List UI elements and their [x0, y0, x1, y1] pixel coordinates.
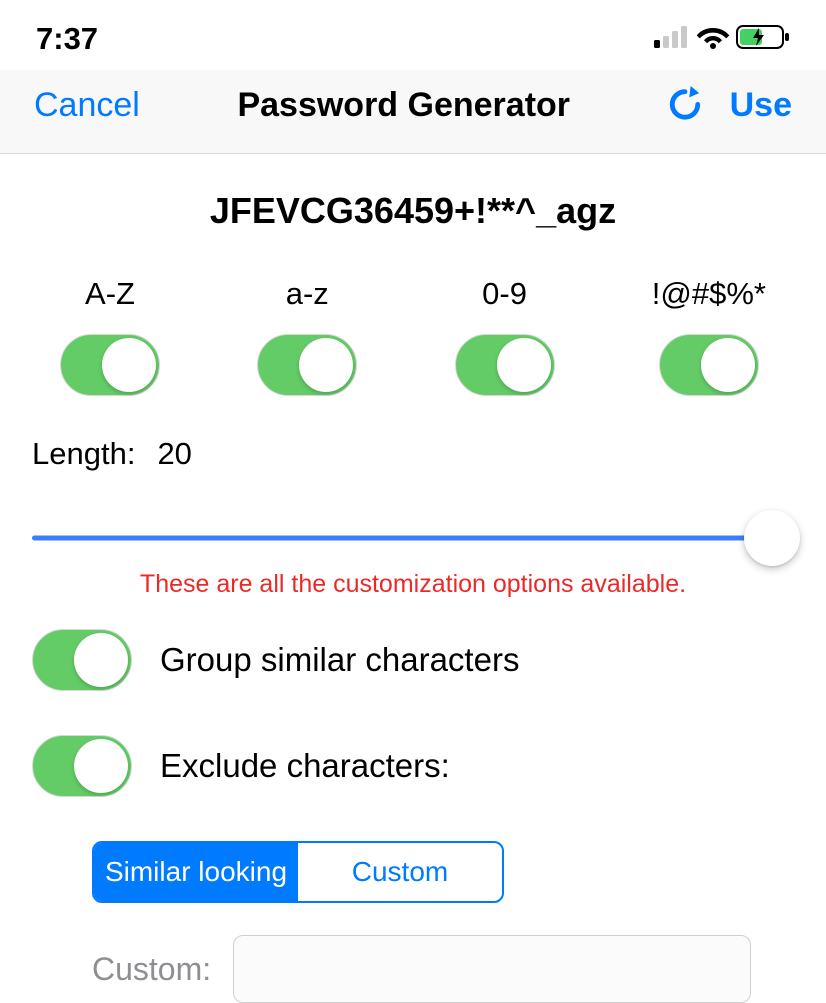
refresh-button[interactable] [668, 84, 702, 127]
signal-icon [654, 26, 690, 53]
length-value: 20 [157, 436, 191, 472]
annotation-text: These are all the customization options … [32, 570, 794, 599]
battery-icon [736, 25, 790, 54]
charset-upper-toggle[interactable] [60, 334, 160, 396]
status-icons [654, 25, 790, 54]
use-button[interactable]: Use [730, 86, 792, 125]
charset-lower-toggle[interactable] [257, 334, 357, 396]
slider-knob[interactable] [744, 510, 800, 566]
charset-upper: A-Z [60, 276, 160, 396]
charset-digits: 0-9 [455, 276, 555, 396]
nav-bar: Cancel Password Generator Use [0, 70, 826, 154]
length-label: Length: [32, 436, 135, 472]
cancel-button[interactable]: Cancel [34, 86, 140, 125]
wifi-icon [696, 25, 730, 54]
custom-input-label: Custom: [92, 951, 211, 988]
exclude-characters-label: Exclude characters: [160, 747, 450, 785]
charset-symbols: !@#$%* [652, 276, 766, 396]
exclude-mode-segmented[interactable]: Similar looking Custom [92, 841, 504, 903]
status-bar: 7:37 [0, 0, 826, 70]
charset-symbols-label: !@#$%* [652, 276, 766, 312]
charset-upper-label: A-Z [85, 276, 135, 312]
segment-similar-looking[interactable]: Similar looking [94, 843, 298, 901]
charset-lower: a-z [257, 276, 357, 396]
custom-exclude-input[interactable] [233, 935, 751, 1003]
group-similar-toggle[interactable] [32, 629, 132, 691]
page-title: Password Generator [237, 86, 570, 125]
charset-symbols-toggle[interactable] [659, 334, 759, 396]
exclude-characters-toggle[interactable] [32, 735, 132, 797]
charset-digits-label: 0-9 [482, 276, 527, 312]
length-slider[interactable] [32, 508, 794, 568]
generated-password: JFEVCG36459+!**^_agz [32, 190, 794, 232]
charset-lower-label: a-z [286, 276, 329, 312]
group-similar-label: Group similar characters [160, 641, 519, 679]
segment-custom[interactable]: Custom [298, 843, 502, 901]
status-time: 7:37 [36, 21, 98, 57]
charset-digits-toggle[interactable] [455, 334, 555, 396]
